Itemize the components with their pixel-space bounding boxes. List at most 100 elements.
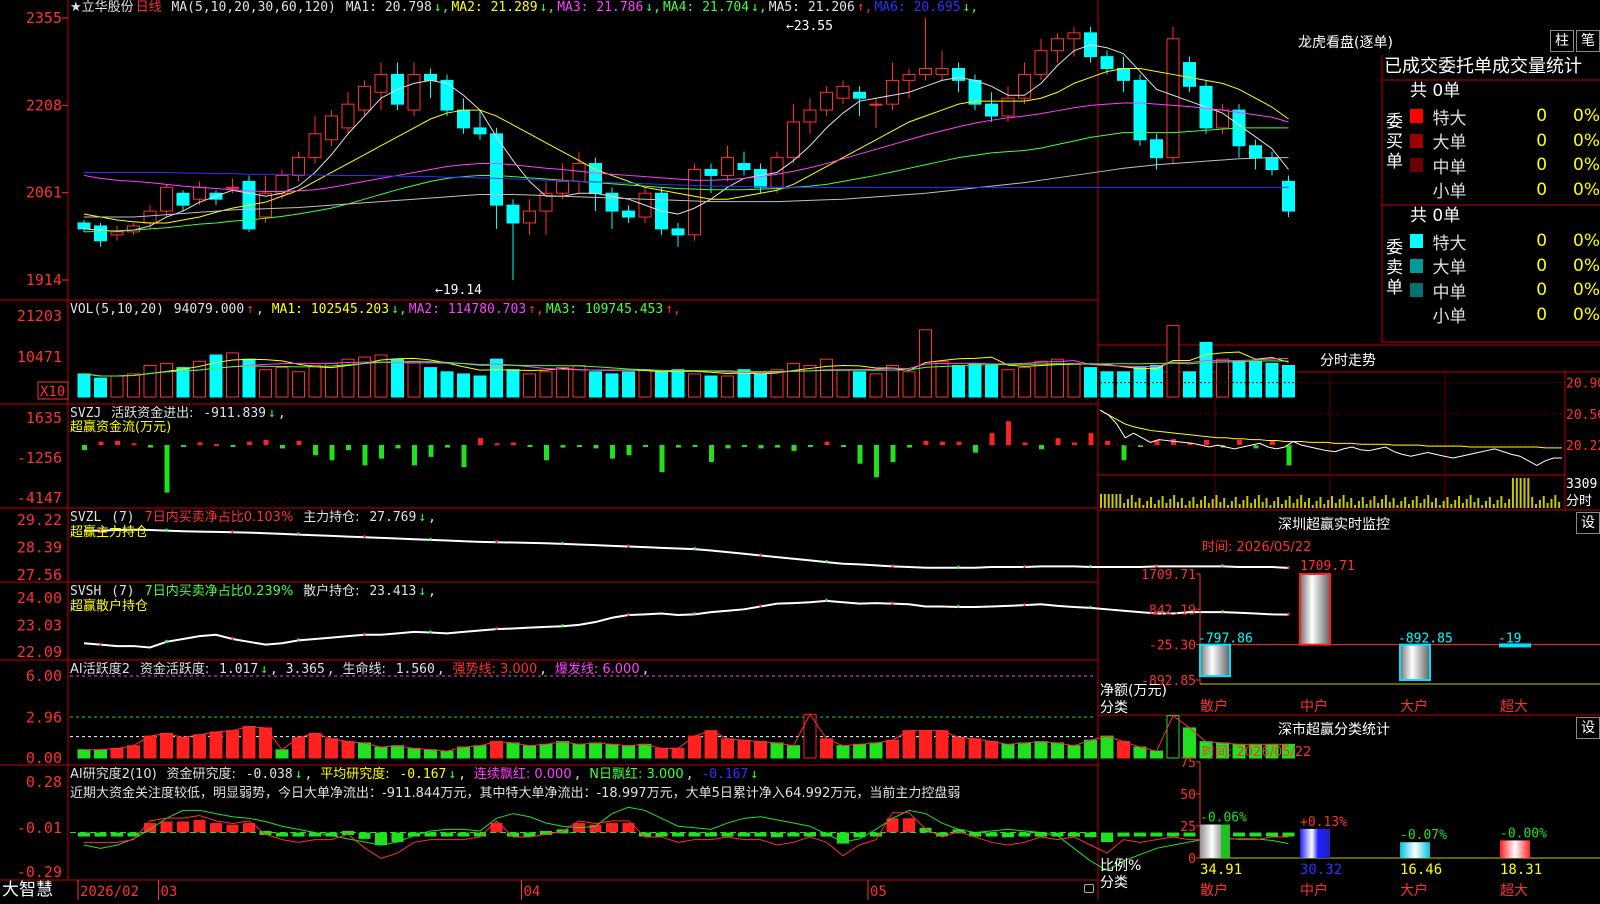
svzj-bar xyxy=(758,445,764,449)
period-label[interactable]: 日线 xyxy=(136,0,162,15)
intraday-vol-bar xyxy=(1331,496,1333,508)
svzj-bar xyxy=(263,439,269,445)
svsh-header: SVSH (7) 7日内买卖净占比0.239% 散户持仓: 23.413 ↓, xyxy=(70,584,436,599)
order-row[interactable]: 大单 0 0% xyxy=(1410,129,1600,153)
intraday-vol-bar xyxy=(1535,504,1538,508)
svzj-arrow: ↓ xyxy=(267,406,276,421)
svzj-bar xyxy=(1270,440,1275,445)
ma-legend-item: MA4: 21.704 xyxy=(662,0,750,15)
category-settings-button[interactable]: 设 xyxy=(1576,717,1600,739)
svzj-bar xyxy=(313,445,318,456)
aiyj-bar xyxy=(1282,832,1295,837)
order-row[interactable]: 大单 0 0% xyxy=(1410,254,1600,278)
svzj-bar xyxy=(428,445,434,457)
order-row[interactable]: 特大 0 0% xyxy=(1410,229,1600,254)
intraday-vol-bar xyxy=(1473,502,1476,508)
volume-bar xyxy=(655,371,668,398)
aihy-bar xyxy=(440,750,454,759)
svzj-bar xyxy=(874,445,879,478)
vol-title: VOL(5,10,20) xyxy=(70,302,164,317)
candle xyxy=(226,186,239,189)
aihy-bar xyxy=(671,747,685,759)
intraday-vol-bar xyxy=(1488,497,1491,508)
svzj-bar xyxy=(296,440,302,445)
candle xyxy=(160,186,173,212)
aihy-bar xyxy=(275,749,289,759)
volume-bar xyxy=(737,369,751,398)
aihy-bar xyxy=(341,741,355,759)
aihy-ytick: 0.00 xyxy=(26,749,62,767)
intraday-vol-bar xyxy=(1542,496,1545,508)
svzl-sub: 超赢主力持仓 xyxy=(70,525,149,540)
order-row[interactable]: 中单 0 0% xyxy=(1410,153,1600,178)
svzl-tick xyxy=(561,541,564,545)
order-type-label: 大单 xyxy=(1432,258,1467,278)
candle xyxy=(94,225,107,242)
svzj-bar xyxy=(775,445,780,448)
svzj-bar xyxy=(907,445,912,448)
aiyj-ytick: 0.28 xyxy=(26,773,62,791)
svzj-bar xyxy=(725,445,731,449)
volume-bar xyxy=(1265,362,1279,398)
intraday-vol-bar xyxy=(1554,495,1557,508)
monitor-value-label: -892.85 xyxy=(1398,632,1453,647)
monitor-settings-button[interactable]: 设 xyxy=(1576,512,1600,534)
aiyj-bar xyxy=(705,832,717,837)
intraday-vol-bar xyxy=(1411,500,1414,508)
aiyj-bar xyxy=(177,821,189,833)
candle xyxy=(556,180,569,194)
intraday-vol-bar xyxy=(1357,501,1360,508)
svzj-bar xyxy=(742,445,747,447)
candle xyxy=(853,91,866,99)
market-chart-canvas[interactable]: 2355 2208 2061 1914 ←23.55 ←19.14 2026/02 03 04 0… xyxy=(0,0,1600,900)
intraday-vol-bar xyxy=(1250,503,1253,508)
category-name-label: 超大 xyxy=(1500,883,1528,899)
volume-panel[interactable]: 21203 10471 X10 xyxy=(17,307,1295,400)
candle xyxy=(919,67,932,75)
aiyj-bar xyxy=(1018,832,1031,837)
ma-legend-item: MA3: 109745.453 xyxy=(545,302,664,317)
volume-bar xyxy=(770,369,784,398)
candle xyxy=(1034,50,1048,75)
aiyj-bar xyxy=(1233,832,1245,837)
volume-bar xyxy=(589,371,602,398)
candle xyxy=(308,133,322,159)
order-count: 0 xyxy=(1536,304,1548,325)
order-row[interactable]: 小单 0 0% xyxy=(1410,178,1600,202)
bar-view-button[interactable]: 柱 xyxy=(1550,30,1574,52)
intraday-vol-bar xyxy=(1338,499,1341,508)
intraday-vol-bar xyxy=(1219,502,1222,508)
intraday-vol-bar xyxy=(1211,499,1214,508)
order-row[interactable]: 特大 0 0% xyxy=(1410,104,1600,129)
lock-icon[interactable] xyxy=(1084,884,1094,893)
volume-bar xyxy=(1232,360,1246,398)
stock-name[interactable]: ★立华股份 xyxy=(70,0,134,15)
svsh-tick xyxy=(693,612,696,616)
ma-legend-item: MA6: 20.695 xyxy=(874,0,961,15)
aihy-bar xyxy=(242,726,256,759)
order-count: 0 xyxy=(1536,130,1548,151)
order-row[interactable]: 小单 0 0% xyxy=(1410,303,1600,327)
svzj-bar xyxy=(808,445,813,447)
aiyj-bar xyxy=(457,832,470,837)
svzj-panel[interactable]: 1635 -1256 -4147 xyxy=(17,409,1292,507)
category-name-label: 大户 xyxy=(1400,882,1428,899)
intraday-vol-bar xyxy=(1242,500,1245,508)
aiyj-bar xyxy=(1249,832,1262,837)
app-logo[interactable]: 大智慧 xyxy=(2,880,53,900)
aihy-bar xyxy=(1133,746,1147,759)
volume-bar xyxy=(952,365,965,398)
order-type-label: 大单 xyxy=(1432,133,1467,153)
candle xyxy=(1100,56,1114,69)
intraday-vol-bar xyxy=(1277,497,1280,508)
intraday-vol-bar xyxy=(1103,494,1106,508)
intraday-vol-bar xyxy=(1388,502,1391,508)
aiyj-bar xyxy=(160,821,173,833)
aihy-bar xyxy=(358,742,371,759)
shenzhen-monitor-chart[interactable]: 1709.71 842.19 -25.30 -892.85 -797.86 散户 1709.… xyxy=(1141,559,1600,715)
x-axis-label: 04 xyxy=(524,884,541,900)
tick-view-button[interactable]: 笔 xyxy=(1576,30,1600,52)
shenzhen-category-chart[interactable]: 75 50 25 0 -0.06% 34.91 散户 +0.13% 30.32 中户 -0.07% 1… xyxy=(1180,756,1600,899)
intraday-price-line xyxy=(1099,409,1562,466)
order-row[interactable]: 中单 0 0% xyxy=(1410,278,1600,303)
